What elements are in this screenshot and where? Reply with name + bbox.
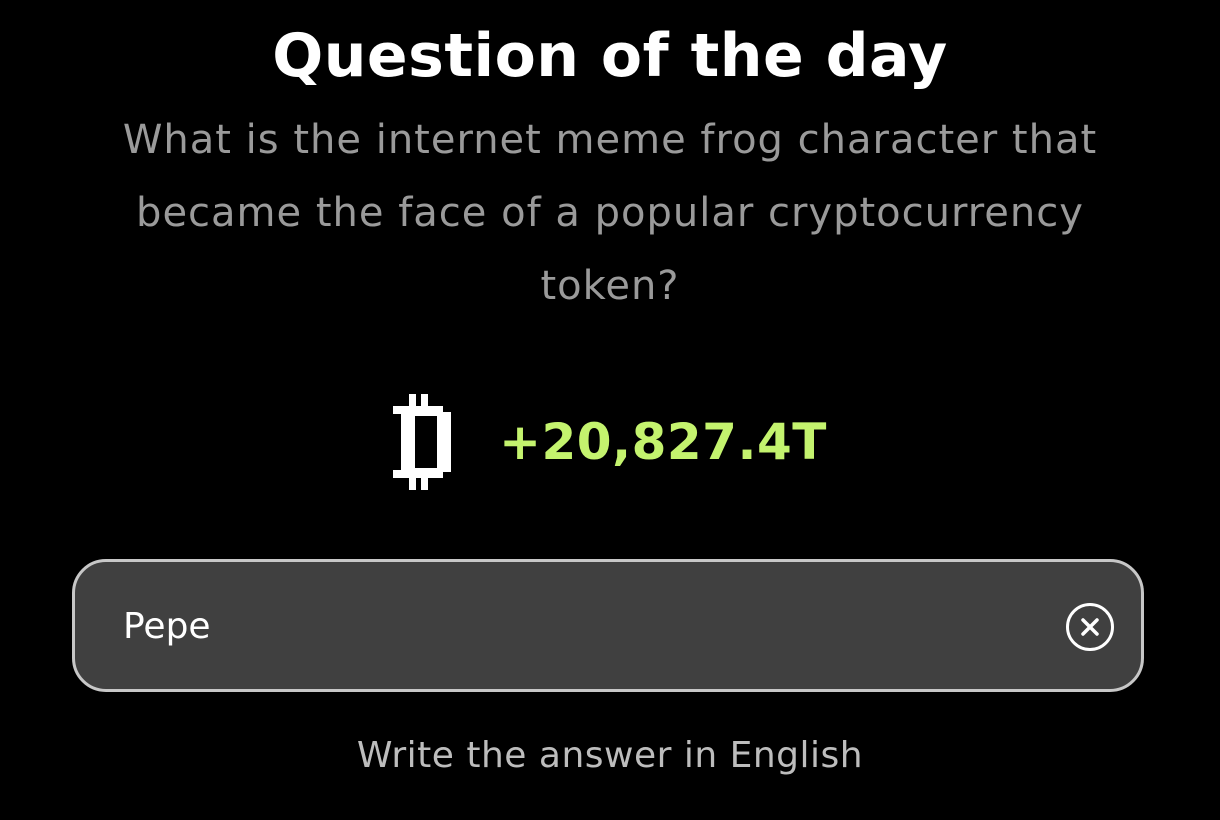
reward-row: +20,827.4T xyxy=(0,392,1220,492)
answer-input[interactable] xyxy=(123,596,1003,656)
page-title: Question of the day xyxy=(272,21,948,91)
answer-field[interactable] xyxy=(72,559,1144,692)
bitcoin-coin-icon xyxy=(393,394,452,490)
clear-button[interactable] xyxy=(1065,602,1115,652)
reward-amount: +20,827.4T xyxy=(499,413,827,471)
question-text: What is the internet meme frog character… xyxy=(122,117,1098,309)
question-screen: Question of the day What is the internet… xyxy=(0,0,1220,820)
answer-hint: Write the answer in English xyxy=(356,735,864,776)
close-circle-icon xyxy=(1066,603,1114,651)
